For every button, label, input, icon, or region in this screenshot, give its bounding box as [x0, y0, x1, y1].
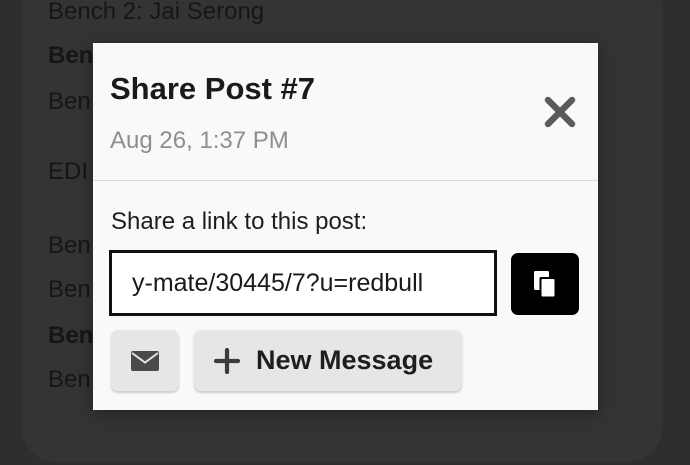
- share-post-modal: Share Post #7 Aug 26, 1:37 PM Share a li…: [93, 43, 598, 410]
- post-date: Aug 26, 1:37 PM: [110, 127, 289, 154]
- background-line: Ben: [48, 42, 94, 69]
- plus-icon: [214, 347, 240, 374]
- close-button[interactable]: [543, 95, 577, 129]
- new-message-button[interactable]: New Message: [194, 330, 462, 391]
- envelope-icon: [131, 350, 159, 371]
- background-line: EDI: [48, 158, 89, 185]
- background-line: Ben: [48, 232, 91, 259]
- email-share-button[interactable]: [111, 330, 179, 391]
- background-line: Ben: [48, 88, 91, 115]
- share-link-label: Share a link to this post:: [111, 208, 368, 235]
- modal-header: Share Post #7 Aug 26, 1:37 PM: [93, 43, 598, 181]
- background-line: Ben: [48, 276, 91, 303]
- copy-link-button[interactable]: [511, 253, 579, 315]
- close-icon: [544, 96, 576, 128]
- modal-title: Share Post #7: [110, 71, 316, 106]
- background-line: Ben: [48, 322, 94, 349]
- background-line: Ben: [48, 366, 91, 393]
- background-line: Bench 2: Jai Serong: [48, 0, 265, 25]
- copy-icon: [534, 271, 555, 297]
- new-message-label: New Message: [256, 345, 434, 375]
- share-link-input[interactable]: [109, 250, 497, 316]
